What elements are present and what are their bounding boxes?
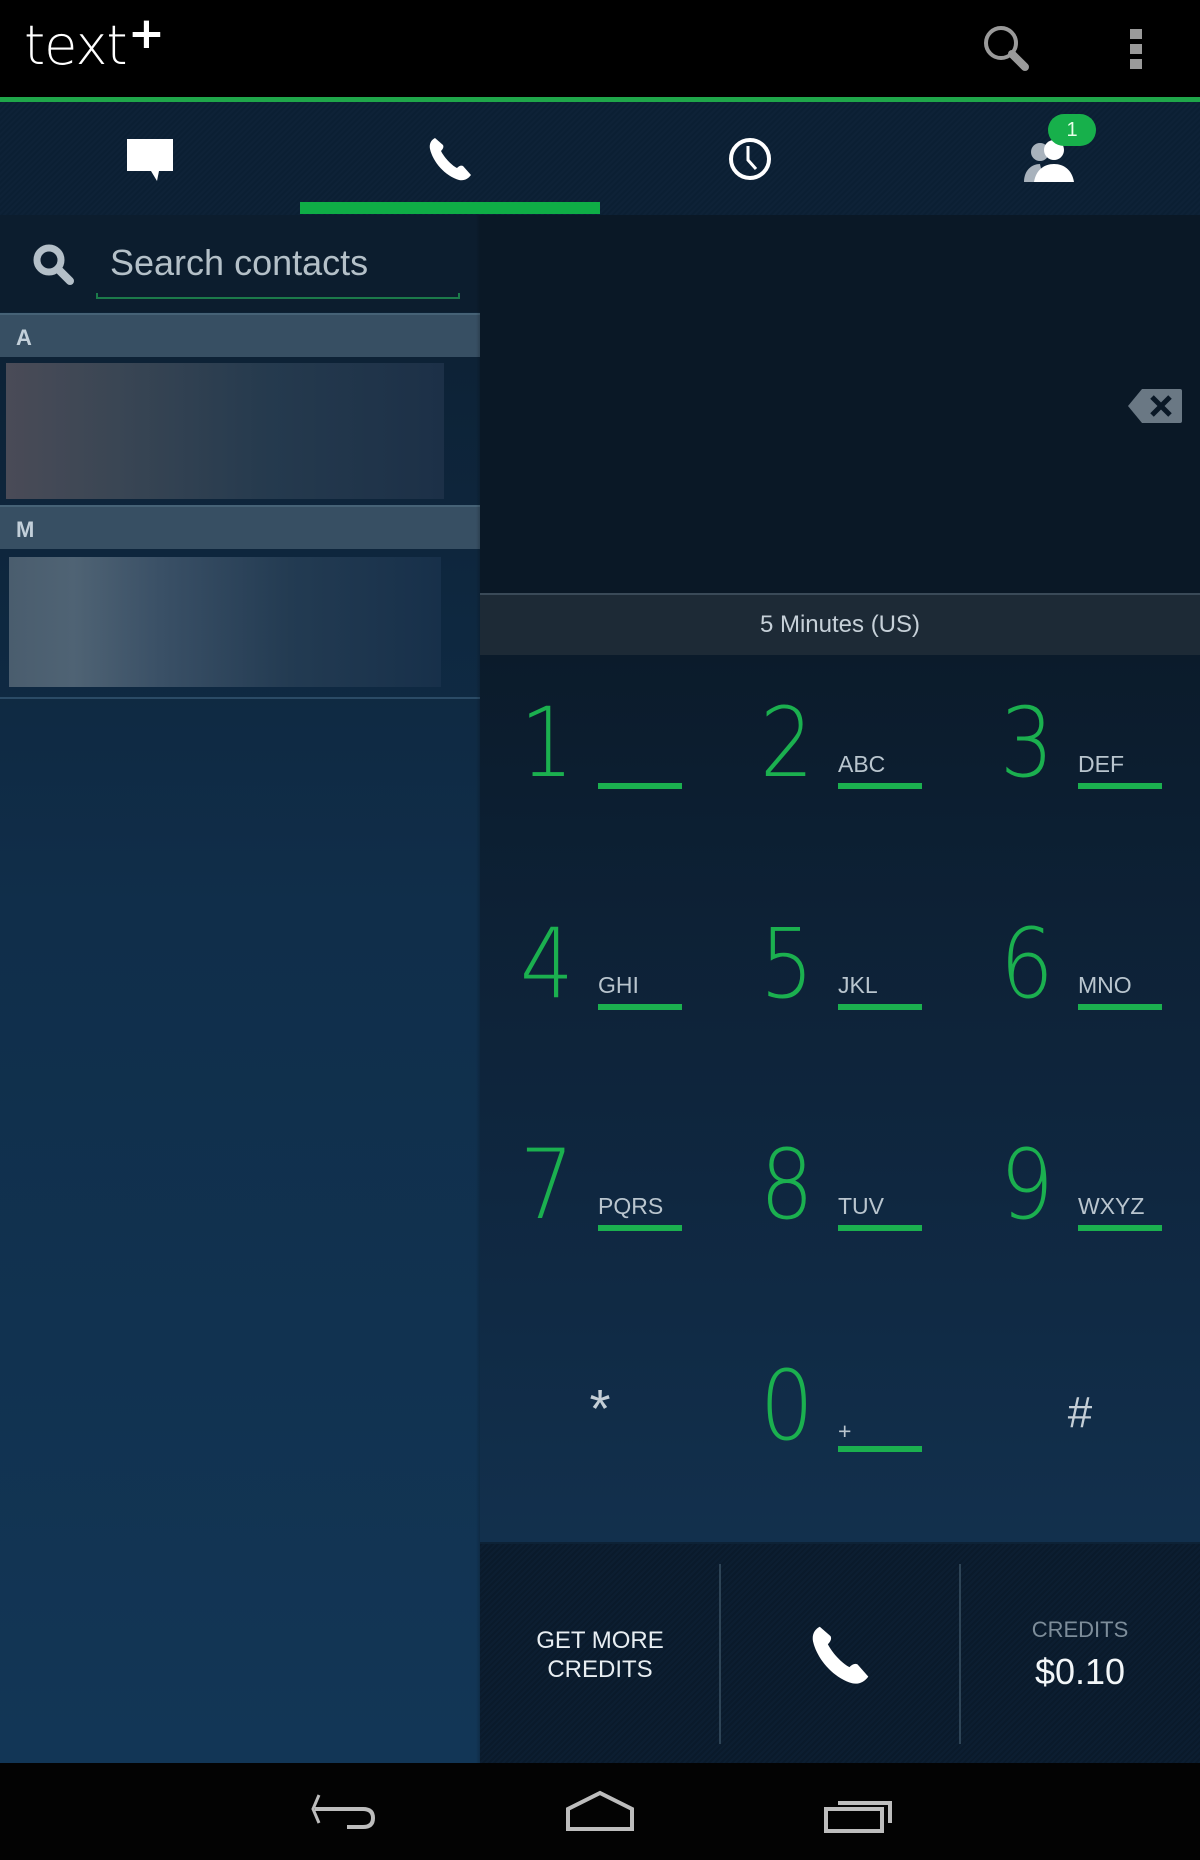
key-digit: 4 [520,908,574,1020]
overflow-menu-icon [1120,22,1152,69]
key-underline [1078,1004,1162,1010]
search-button[interactable] [980,22,1034,76]
tab-messages[interactable] [0,102,300,215]
key-5[interactable]: 5 JKL [720,876,960,1097]
credits-label: CREDITS [1031,1616,1129,1642]
contact-search-bar [0,215,480,312]
logo-text: text [24,14,128,77]
key-letters: TUV [838,1193,884,1219]
credits-value: $0.10 [1034,1650,1126,1692]
dialer-action-bar: GET MORE CREDITS CREDITS $0.10 [480,1542,1200,1763]
tab-bar [0,102,1200,215]
section-letter: M [16,517,35,542]
app-logo: text + [24,8,165,77]
credits-balance: CREDITS $0.10 [960,1544,1200,1765]
key-1[interactable]: 1 [480,655,720,876]
key-2[interactable]: 2 ABC [720,655,960,876]
key-0[interactable]: 0 + [720,1318,960,1539]
search-icon [33,244,74,285]
key-letters: DEF [1078,751,1124,777]
system-navigation-bar [0,1763,1200,1860]
key-letters: ABC [838,751,886,777]
recent-apps-button[interactable] [820,1785,900,1839]
key-underline [1078,1225,1162,1231]
clock-icon [729,137,771,180]
number-display[interactable] [480,215,1200,593]
contacts-notification-badge: 1 [1048,114,1096,146]
dial-keypad: 1 2 ABC 3 DEF 4 GHI 5 JKL 6 MNO 7 PQRS 8… [480,655,1200,1542]
key-digit: 1 [520,687,574,799]
key-digit: 7 [520,1129,574,1241]
key-letters: GHI [598,972,639,998]
key-digit: 3 [1000,687,1054,799]
phone-icon [812,1626,869,1684]
key-digit: 9 [1000,1129,1054,1241]
key-hash[interactable]: # [960,1318,1200,1539]
key-digit: 2 [760,687,814,799]
home-icon [566,1790,634,1831]
action-bar: text + [0,0,1200,98]
key-4[interactable]: 4 GHI [480,876,720,1097]
call-rate-bar: 5 Minutes (US) [480,593,1200,655]
get-more-credits-button[interactable]: GET MORE CREDITS [480,1544,720,1765]
key-underline [838,1446,922,1452]
key-underline [838,1225,922,1231]
contacts-pane: A M [0,215,480,1763]
key-letters: JKL [838,972,878,998]
key-letters: PQRS [598,1193,664,1219]
key-underline [598,1225,682,1231]
key-underline [1078,783,1162,789]
key-underline [598,1004,682,1010]
phone-icon [429,137,471,180]
key-digit: 6 [1000,908,1054,1020]
key-letters: + [838,1418,852,1444]
list-divider [0,697,480,699]
key-underline [838,1004,922,1010]
recent-apps-icon [824,1801,892,1833]
key-symbol: * [589,1379,611,1439]
search-input-underline [96,293,460,299]
section-letter: A [16,325,32,350]
contact-list-item[interactable] [9,557,441,687]
call-rate-text: 5 Minutes (US) [759,611,921,638]
tab-history[interactable] [600,102,900,215]
overflow-menu-button[interactable] [1120,22,1152,76]
tab-calls[interactable] [300,102,600,215]
contact-list-item[interactable] [6,363,444,499]
key-digit: 0 [760,1350,814,1462]
get-more-credits-label: GET MORE CREDITS [536,1626,664,1683]
selected-tab-indicator [300,202,600,214]
search-icon [984,26,1029,71]
key-underline [838,783,922,789]
key-6[interactable]: 6 MNO [960,876,1200,1097]
back-button[interactable] [305,1785,385,1839]
logo-plus: + [128,8,165,59]
section-header-a: A [0,313,480,357]
key-8[interactable]: 8 TUV [720,1097,960,1318]
key-underline [598,783,682,789]
back-icon [311,1794,376,1829]
key-star[interactable]: * [480,1318,720,1539]
key-7[interactable]: 7 PQRS [480,1097,720,1318]
search-contacts-input[interactable] [96,235,460,291]
tab-contacts[interactable] [900,102,1200,215]
section-header-m: M [0,505,480,549]
key-symbol: # [1067,1388,1093,1437]
call-button[interactable] [720,1544,960,1765]
key-digit: 5 [760,908,814,1020]
key-letters: WXYZ [1078,1193,1145,1219]
chat-bubble-icon [127,138,173,181]
backspace-button[interactable] [1126,387,1184,425]
backspace-icon [1128,389,1182,423]
key-3[interactable]: 3 DEF [960,655,1200,876]
key-letters: MNO [1078,972,1132,998]
dialer-pane: 5 Minutes (US) 1 2 ABC 3 DEF 4 GHI 5 JKL [480,215,1200,1763]
key-9[interactable]: 9 WXYZ [960,1097,1200,1318]
home-button[interactable] [560,1785,640,1839]
key-digit: 8 [760,1129,814,1241]
